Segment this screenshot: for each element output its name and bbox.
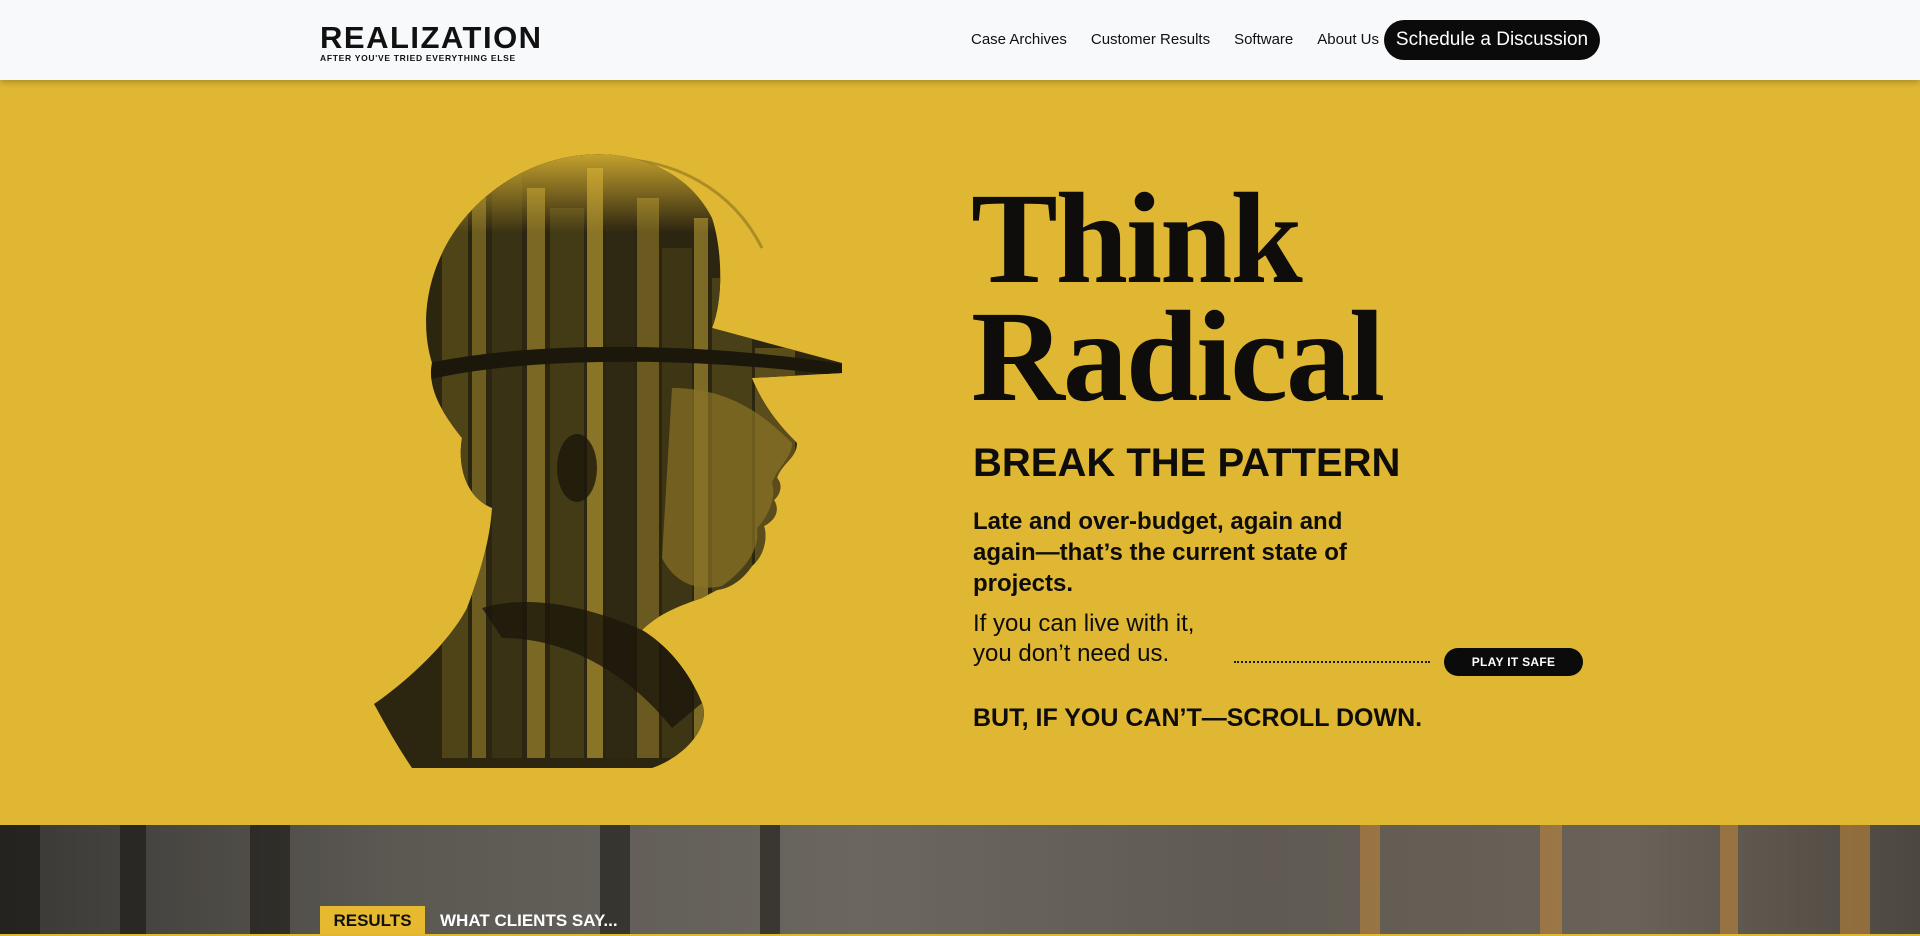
background-window-frame [250,825,290,934]
logo-wordmark: REALIZATION [320,20,543,55]
hero-subtitle: BREAK THE PATTERN [973,441,1401,485]
nav-software[interactable]: Software [1234,29,1293,51]
nav-case-archives[interactable]: Case Archives [971,29,1067,51]
site-header: REALIZATION AFTER YOU'VE TRIED EVERYTHIN… [0,0,1920,80]
dotted-leader [1234,661,1430,663]
construction-worker-silhouette-icon [374,154,842,768]
background-beam [1540,825,1562,934]
main-nav: Case Archives Customer Results Software … [971,29,1403,51]
hero-body-line-2: you don’t need us. [973,640,1170,667]
hero-title-line-2: Radical [971,285,1385,429]
background-window-frame [120,825,146,934]
realization-logo[interactable]: REALIZATION AFTER YOU'VE TRIED EVERYTHIN… [320,20,543,64]
logo-tagline: AFTER YOU'VE TRIED EVERYTHING ELSE [320,53,516,63]
nav-customer-results[interactable]: Customer Results [1091,29,1210,51]
background-beam [1720,825,1738,934]
hero-title-line-1: Think [971,167,1303,311]
clients-heading: WHAT CLIENTS SAY... [440,911,618,930]
hero-lead: Late and over-budget, again and again—th… [973,508,1347,597]
results-tag[interactable]: RESULTS [320,906,425,934]
hero-title: Think Radical [971,167,1385,429]
play-it-safe-button[interactable]: PLAY IT SAFE [1444,648,1583,676]
nav-about-us[interactable]: About Us [1317,29,1379,51]
results-section [0,825,1920,934]
schedule-discussion-button[interactable]: Schedule a Discussion [1384,20,1600,60]
hero-body: If you can live with it, you don’t need … [973,609,1223,669]
background-beam [1360,825,1380,934]
background-window-frame [0,825,40,934]
background-window-frame [760,825,780,934]
scroll-prompt: BUT, IF YOU CAN’T—SCROLL DOWN. [973,704,1423,732]
background-beam [1840,825,1870,934]
hero-body-line-1: If you can live with it, [973,610,1195,637]
